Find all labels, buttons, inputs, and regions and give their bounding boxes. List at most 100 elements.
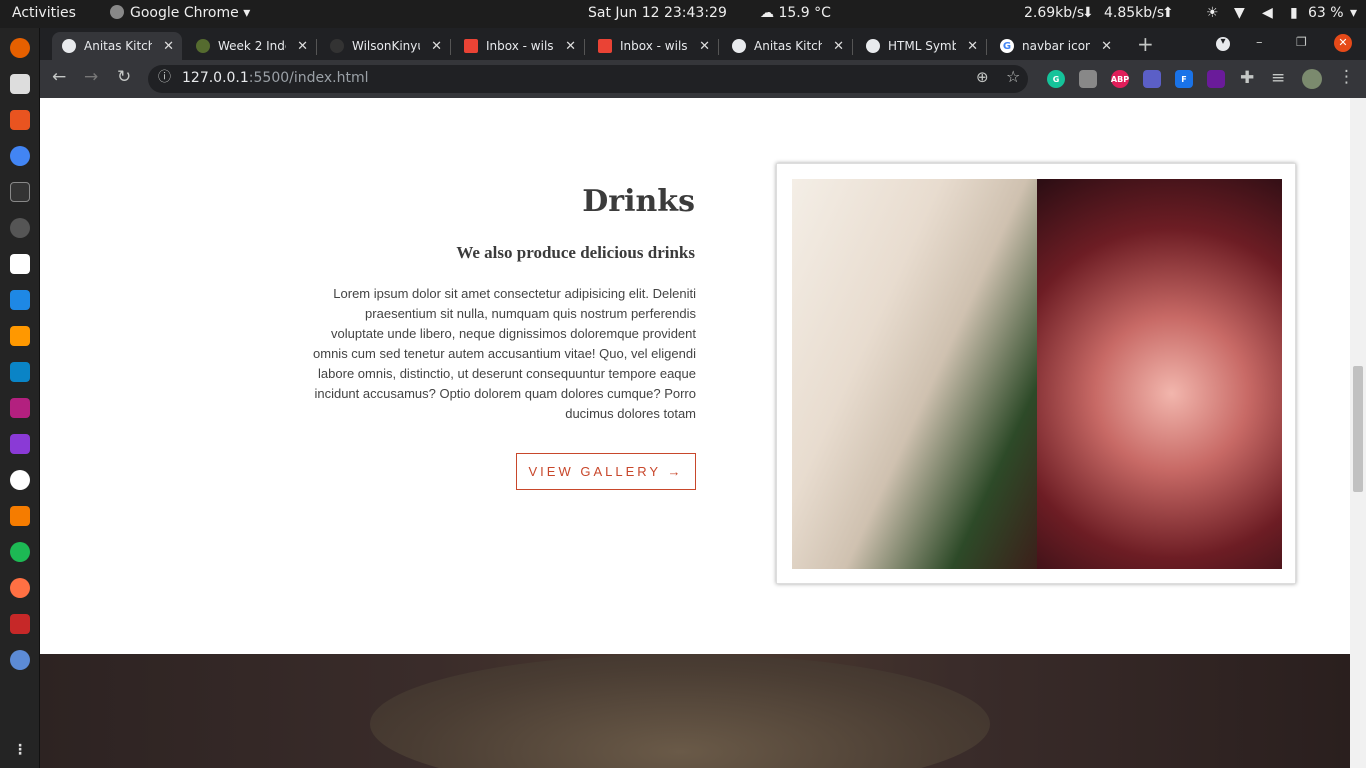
close-tab-icon[interactable]: ✕ (833, 39, 844, 54)
font-icon[interactable]: F (1175, 70, 1193, 88)
tab-label: Week 2 Indep (218, 39, 286, 53)
arrow-down-icon: ⬇ (1082, 5, 1094, 21)
spotify-icon[interactable] (10, 542, 30, 562)
system-top-bar: Activities Google Chrome ▾ Sat Jun 12 23… (0, 0, 1366, 28)
url-host: 127.0.0.1 (182, 70, 249, 86)
wifi-icon[interactable]: ▼ (1234, 5, 1245, 21)
clock[interactable]: Sat Jun 12 23:43:29 (588, 5, 727, 21)
tab-7[interactable]: HTML Symbo ✕ (856, 32, 987, 60)
activities-button[interactable]: Activities (12, 5, 76, 21)
tab-label: navbar icon (1022, 39, 1090, 53)
filezilla-icon[interactable] (10, 614, 30, 634)
gmail-icon (464, 39, 478, 53)
tab-3[interactable]: WilsonKinyua ✕ (320, 32, 451, 60)
address-bar[interactable]: ⓘ 127.0.0.1:5500/index.html ⊕ ☆ (148, 65, 1028, 93)
close-tab-icon[interactable]: ✕ (565, 39, 576, 54)
close-tab-icon[interactable]: ✕ (297, 39, 308, 54)
drink-photo-cocktail (1037, 179, 1282, 569)
scrollbar-thumb[interactable] (1353, 366, 1363, 492)
files-icon[interactable] (10, 74, 30, 94)
tab-4[interactable]: Inbox - wilso ✕ (454, 32, 585, 60)
zoom-icon[interactable]: ⊕ (976, 70, 989, 85)
app-icon[interactable] (10, 470, 30, 490)
drinks-subtitle: We also produce delicious drinks (456, 243, 695, 262)
phpstorm-icon[interactable] (10, 434, 30, 454)
minimize-icon[interactable]: – (1256, 36, 1263, 49)
gmail-icon (598, 39, 612, 53)
forward-icon[interactable]: → (84, 69, 98, 86)
tab-label: Anitas Kitche (754, 39, 822, 53)
close-window-icon[interactable]: ✕ (1334, 34, 1352, 52)
volume-icon[interactable]: ◀ (1262, 5, 1273, 21)
food-hero-background (40, 654, 1350, 768)
back-icon[interactable]: ← (52, 69, 66, 86)
tab-2[interactable]: Week 2 Indep ✕ (186, 32, 317, 60)
drink-photo-straw (792, 179, 1037, 569)
reading-list-icon[interactable]: ≡ (1271, 70, 1285, 87)
restore-icon[interactable]: ❐ (1296, 36, 1307, 48)
menu-caret-icon[interactable]: ▾ (1350, 5, 1357, 21)
tab-5[interactable]: Inbox - wilso ✕ (588, 32, 719, 60)
brightness-icon[interactable]: ☀ (1206, 5, 1219, 21)
github-icon (330, 39, 344, 53)
reload-icon[interactable]: ↻ (117, 69, 131, 86)
calendar-icon[interactable] (10, 254, 30, 274)
tab-search-icon[interactable]: ▾ (1216, 37, 1230, 51)
net-down: 2.69kb/s (1024, 5, 1085, 21)
weather[interactable]: ☁ 15.9 °C (760, 5, 831, 21)
dock: ⋮ (0, 28, 40, 768)
app-name: Google Chrome (130, 5, 239, 21)
webstorm-icon[interactable] (10, 362, 30, 382)
firefox-icon[interactable] (10, 38, 30, 58)
postman-icon[interactable] (10, 578, 30, 598)
sublime-icon[interactable] (10, 326, 30, 346)
db-icon[interactable] (10, 650, 30, 670)
close-tab-icon[interactable]: ✕ (967, 39, 978, 54)
hat-icon[interactable] (1207, 70, 1225, 88)
meet-icon[interactable] (1143, 70, 1161, 88)
terminal-icon[interactable] (10, 182, 30, 202)
tab-label: Anitas Kitche (84, 39, 152, 53)
vlc-icon[interactable] (10, 506, 30, 526)
extension-icon[interactable] (1079, 70, 1097, 88)
adblock-icon[interactable]: ABP (1111, 70, 1129, 88)
globe-icon (866, 39, 880, 53)
globe-icon (732, 39, 746, 53)
chrome-dock-icon[interactable] (10, 146, 30, 166)
info-icon[interactable]: ⓘ (158, 71, 171, 84)
globe-icon (62, 39, 76, 53)
tab-1[interactable]: Anitas Kitche ✕ (52, 32, 182, 60)
settings-icon[interactable] (10, 218, 30, 238)
close-tab-icon[interactable]: ✕ (699, 39, 710, 54)
cloud-icon: ☁ (760, 5, 774, 21)
close-tab-icon[interactable]: ✕ (431, 39, 442, 54)
menu-icon[interactable]: ⋮ (1338, 69, 1355, 86)
vscode-icon[interactable] (10, 290, 30, 310)
tab-8[interactable]: Gnavbar icon ✕ (990, 32, 1120, 60)
grammarly-icon[interactable]: G (1047, 70, 1065, 88)
tab-strip: Anitas Kitche ✕ Week 2 Indep ✕ WilsonKinyu… (40, 28, 1366, 60)
tab-label: WilsonKinyua (352, 39, 420, 53)
new-tab-icon[interactable]: + (1137, 34, 1154, 54)
puzzle-icon[interactable]: ✚ (1240, 70, 1254, 87)
net-up: 4.85kb/s (1104, 5, 1165, 21)
scrollbar[interactable] (1350, 98, 1366, 768)
close-tab-icon[interactable]: ✕ (1101, 39, 1112, 54)
avatar[interactable] (1302, 69, 1322, 89)
view-gallery-button[interactable]: VIEW GALLERY → (516, 453, 696, 490)
app-grid-icon[interactable]: ⋮ (10, 740, 30, 760)
close-tab-icon[interactable]: ✕ (163, 39, 174, 54)
plate-image (370, 654, 990, 768)
chrome-icon (110, 5, 124, 19)
bookmark-star-icon[interactable]: ☆ (1006, 69, 1020, 85)
software-icon[interactable] (10, 110, 30, 130)
tab-6[interactable]: Anitas Kitche ✕ (722, 32, 853, 60)
browser-toolbar: ← → ↻ ⓘ 127.0.0.1:5500/index.html ⊕ ☆ G … (40, 60, 1366, 98)
drinks-description: Lorem ipsum dolor sit amet consectetur a… (313, 286, 696, 421)
intellij-icon[interactable] (10, 398, 30, 418)
battery-icon[interactable]: ▮ (1290, 5, 1298, 21)
google-icon: G (1000, 39, 1014, 53)
url-text[interactable]: 127.0.0.1:5500/index.html (182, 70, 369, 86)
palm-icon (196, 39, 210, 53)
app-menu[interactable]: Google Chrome ▾ (110, 5, 250, 21)
